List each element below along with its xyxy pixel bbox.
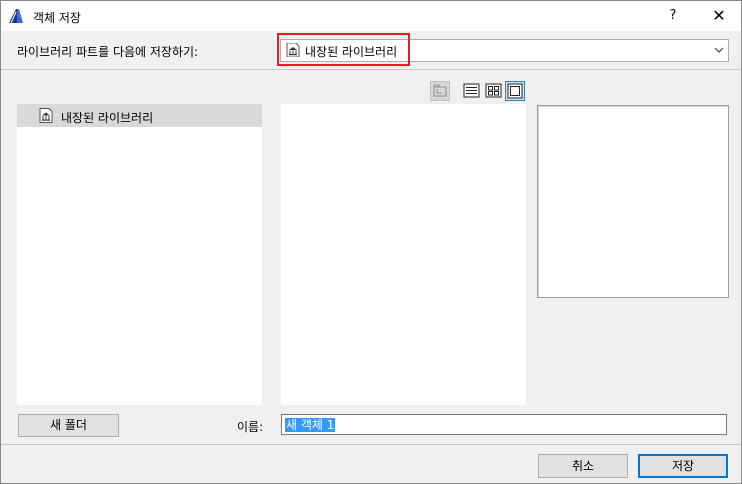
folder-up-button[interactable] [430, 81, 450, 101]
object-preview [537, 105, 729, 298]
preview-view-icon [507, 83, 523, 99]
dialog-footer: 취소 저장 [1, 444, 741, 483]
help-button[interactable]: ? [657, 1, 689, 31]
object-name-value: 새 객체 1 [285, 418, 336, 432]
folder-up-icon [433, 84, 447, 97]
library-tree[interactable]: 내장된 라이브러리 [17, 104, 262, 405]
list-view-icon [463, 83, 480, 98]
chevron-down-icon [714, 47, 724, 53]
title-bar: 객체 저장 ? ✕ [1, 1, 741, 31]
callout-highlight-box [277, 33, 410, 66]
thumbnail-view-button[interactable] [484, 81, 504, 101]
window-title: 객체 저장 [33, 11, 81, 25]
cancel-button[interactable]: 취소 [538, 454, 628, 478]
close-button[interactable]: ✕ [703, 1, 735, 31]
save-object-dialog: 객체 저장 ? ✕ 라이브러리 파트를 다음에 저장하기: 내장된 라이브러리 [0, 0, 742, 484]
preview-view-button[interactable] [505, 81, 525, 101]
new-folder-button[interactable]: 새 폴더 [18, 414, 119, 437]
object-name-input[interactable]: 새 객체 1 [281, 414, 727, 435]
tree-item-embedded-library[interactable]: 내장된 라이브러리 [17, 104, 262, 127]
library-building-icon [39, 108, 53, 123]
grid-view-icon [485, 83, 502, 98]
save-button[interactable]: 저장 [638, 454, 728, 478]
tree-item-label: 내장된 라이브러리 [61, 111, 154, 125]
list-view-button[interactable] [462, 81, 482, 101]
save-location-label: 라이브러리 파트를 다음에 저장하기: [17, 45, 199, 59]
name-label: 이름: [237, 420, 264, 434]
archicad-logo-icon [9, 9, 23, 24]
folder-contents-list[interactable] [281, 104, 526, 405]
